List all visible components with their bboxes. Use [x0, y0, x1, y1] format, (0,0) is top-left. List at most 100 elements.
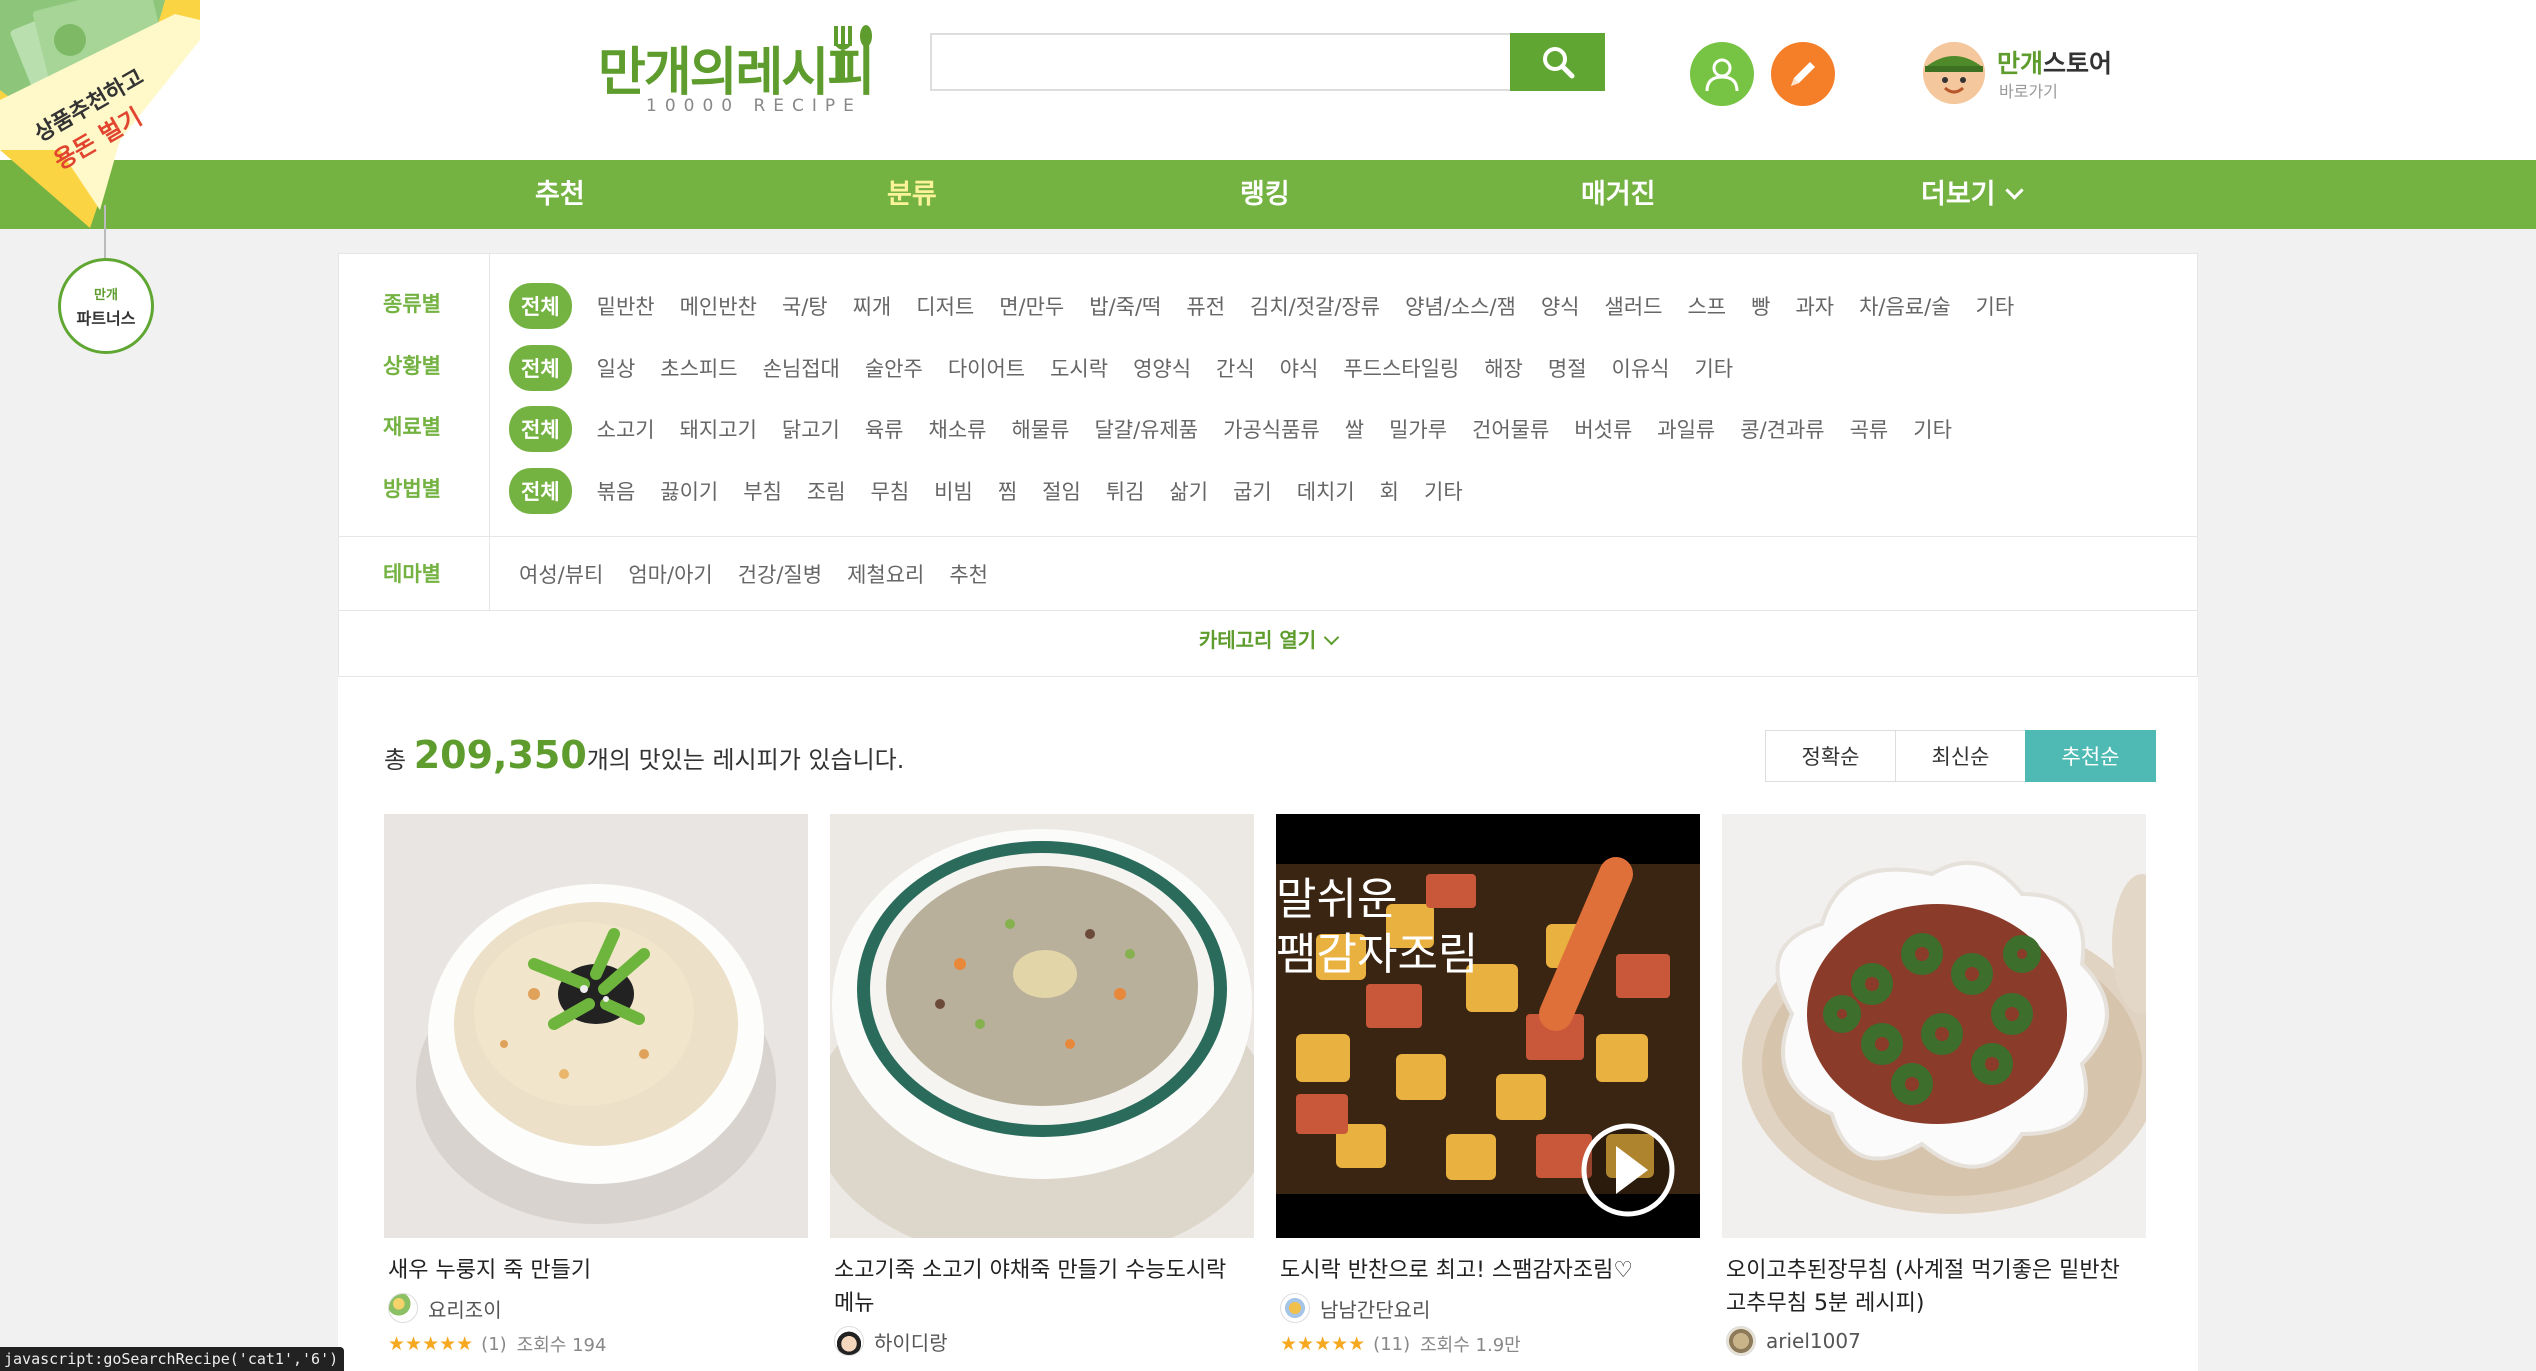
category-chip[interactable]: 채소류 — [929, 414, 987, 444]
recipe-thumbnail[interactable] — [830, 814, 1254, 1238]
category-chip[interactable]: 퓨전 — [1186, 291, 1225, 321]
nav-item-recommend[interactable]: 추천 — [535, 160, 585, 229]
recipe-title[interactable]: 새우 누룽지 죽 만들기 — [384, 1254, 808, 1287]
category-chip[interactable]: 밑반찬 — [597, 291, 655, 321]
category-chip[interactable]: 제철요리 — [847, 559, 924, 589]
category-chip[interactable]: 건강/질병 — [738, 559, 822, 589]
category-chip[interactable]: 데치기 — [1297, 476, 1355, 506]
category-chip[interactable]: 스프 — [1687, 291, 1726, 321]
category-chip[interactable]: 기타 — [1424, 476, 1463, 506]
category-chip[interactable]: 초스피드 — [660, 353, 737, 383]
category-chip[interactable]: 무침 — [871, 476, 910, 506]
category-chip[interactable]: 도시락 — [1050, 353, 1108, 383]
category-chip[interactable]: 밀가루 — [1389, 414, 1447, 444]
category-chip[interactable]: 소고기 — [597, 414, 655, 444]
category-chip[interactable]: 과자 — [1795, 291, 1834, 321]
category-chip[interactable]: 면/만두 — [999, 291, 1064, 321]
category-chip[interactable]: 술안주 — [865, 353, 923, 383]
nav-item-ranking[interactable]: 랭킹 — [1240, 160, 1290, 229]
category-chip[interactable]: 국/탕 — [782, 291, 828, 321]
category-chip[interactable]: 빵 — [1751, 291, 1770, 321]
recipe-thumbnail[interactable] — [1722, 814, 2146, 1238]
category-chip[interactable]: 영양식 — [1133, 353, 1191, 383]
category-chip[interactable]: 간식 — [1216, 353, 1255, 383]
recipe-thumbnail[interactable]: 말쉬운 팸감자조림 — [1276, 814, 1700, 1238]
category-chip[interactable]: 과일류 — [1657, 414, 1715, 444]
recipe-title[interactable]: 도시락 반찬으로 최고! 스팸감자조림♡ — [1276, 1254, 1700, 1287]
category-chip[interactable]: 기타 — [1976, 291, 2015, 321]
category-chip[interactable]: 볶음 — [597, 476, 636, 506]
promo-ribbon[interactable]: 10000 상품추천하고 용돈 벌기 — [0, 0, 240, 240]
category-chip[interactable]: 엄마/아기 — [628, 559, 712, 589]
category-chip[interactable]: 전체 — [509, 406, 572, 452]
category-chip[interactable]: 전체 — [509, 468, 572, 514]
category-chip[interactable]: 해장 — [1484, 353, 1523, 383]
category-chip[interactable]: 회 — [1380, 476, 1399, 506]
category-chip[interactable]: 찜 — [998, 476, 1017, 506]
recipe-title[interactable]: 오이고추된장무침 (사계절 먹기좋은 밑반찬 고추무침 5분 레시피) — [1722, 1254, 2146, 1320]
category-chip[interactable]: 샐러드 — [1605, 291, 1663, 321]
category-chip[interactable]: 전체 — [509, 345, 572, 391]
category-chip[interactable]: 추천 — [949, 559, 988, 589]
search-input[interactable] — [932, 35, 1510, 89]
category-chip[interactable]: 조림 — [807, 476, 846, 506]
category-chip[interactable]: 육류 — [865, 414, 904, 444]
category-chip[interactable]: 디저트 — [916, 291, 974, 321]
store-link[interactable]: 만개스토어 바로가기 — [1923, 40, 2123, 106]
category-chip[interactable]: 곡류 — [1850, 414, 1889, 444]
recipe-author[interactable]: 하이디랑 — [830, 1326, 1254, 1356]
site-logo[interactable]: 만개의레시피 10000 RECIPE — [598, 22, 888, 122]
nav-item-more[interactable]: 더보기 — [1921, 160, 2024, 229]
category-chip[interactable]: 달걀/유제품 — [1094, 414, 1198, 444]
recipe-author[interactable]: 요리조이 — [384, 1293, 808, 1323]
category-chip[interactable]: 야식 — [1280, 353, 1319, 383]
category-chip[interactable]: 끓이기 — [660, 476, 718, 506]
recipe-title[interactable]: 소고기죽 소고기 야채죽 만들기 수능도시락 메뉴 — [830, 1254, 1254, 1320]
recipe-author[interactable]: ariel1007 — [1722, 1326, 2146, 1356]
recipe-thumbnail[interactable] — [384, 814, 808, 1238]
category-chip[interactable]: 손님접대 — [763, 353, 840, 383]
category-chip[interactable]: 삶기 — [1169, 476, 1208, 506]
recipe-card[interactable]: 새우 누룽지 죽 만들기 요리조이 ★★★★★ (1) 조회수 194 — [384, 814, 808, 1357]
category-chip[interactable]: 전체 — [509, 283, 572, 329]
nav-item-category[interactable]: 분류 — [887, 160, 937, 229]
category-chip[interactable]: 푸드스타일링 — [1343, 353, 1459, 383]
partners-badge[interactable]: 만개 파트너스 — [58, 258, 154, 354]
login-button[interactable] — [1690, 42, 1754, 106]
category-chip[interactable]: 차/음료/술 — [1859, 291, 1950, 321]
category-chip[interactable]: 여성/뷰티 — [519, 559, 603, 589]
recipe-card[interactable]: 말쉬운 팸감자조림 도시락 반찬으로 최고! 스팸감자조림♡ 남남간단요리 ★★… — [1276, 814, 1700, 1357]
recipe-card[interactable]: 소고기죽 소고기 야채죽 만들기 수능도시락 메뉴 하이디랑 — [830, 814, 1254, 1356]
category-chip[interactable]: 찌개 — [853, 291, 892, 321]
category-chip[interactable]: 버섯류 — [1574, 414, 1632, 444]
recipe-author[interactable]: 남남간단요리 — [1276, 1293, 1700, 1323]
category-chip[interactable]: 기타 — [1694, 353, 1733, 383]
category-chip[interactable]: 콩/견과류 — [1740, 414, 1824, 444]
category-chip[interactable]: 부침 — [743, 476, 782, 506]
category-chip[interactable]: 메인반찬 — [680, 291, 757, 321]
sort-recommended-button[interactable]: 추천순 — [2025, 730, 2156, 782]
category-open-toggle[interactable]: 카테고리 열기 — [339, 624, 2197, 653]
category-chip[interactable]: 김치/젓갈/장류 — [1250, 291, 1380, 321]
category-chip[interactable]: 이유식 — [1612, 353, 1670, 383]
category-chip[interactable]: 쌀 — [1345, 414, 1364, 444]
sort-latest-button[interactable]: 최신순 — [1895, 730, 2026, 782]
category-chip[interactable]: 건어물류 — [1472, 414, 1549, 444]
search-button[interactable] — [1510, 33, 1605, 91]
nav-item-magazine[interactable]: 매거진 — [1581, 160, 1656, 229]
category-chip[interactable]: 튀김 — [1106, 476, 1145, 506]
write-recipe-button[interactable] — [1771, 42, 1835, 106]
category-chip[interactable]: 닭고기 — [782, 414, 840, 444]
category-chip[interactable]: 돼지고기 — [680, 414, 757, 444]
category-chip[interactable]: 비빔 — [934, 476, 973, 506]
category-chip[interactable]: 굽기 — [1233, 476, 1272, 506]
category-chip[interactable]: 기타 — [1913, 414, 1952, 444]
category-chip[interactable]: 절임 — [1042, 476, 1081, 506]
category-chip[interactable]: 명절 — [1548, 353, 1587, 383]
sort-accuracy-button[interactable]: 정확순 — [1765, 730, 1896, 782]
category-chip[interactable]: 양념/소스/잼 — [1405, 291, 1516, 321]
category-chip[interactable]: 다이어트 — [948, 353, 1025, 383]
category-chip[interactable]: 밥/죽/떡 — [1089, 291, 1161, 321]
category-chip[interactable]: 해물류 — [1011, 414, 1069, 444]
category-chip[interactable]: 양식 — [1541, 291, 1580, 321]
